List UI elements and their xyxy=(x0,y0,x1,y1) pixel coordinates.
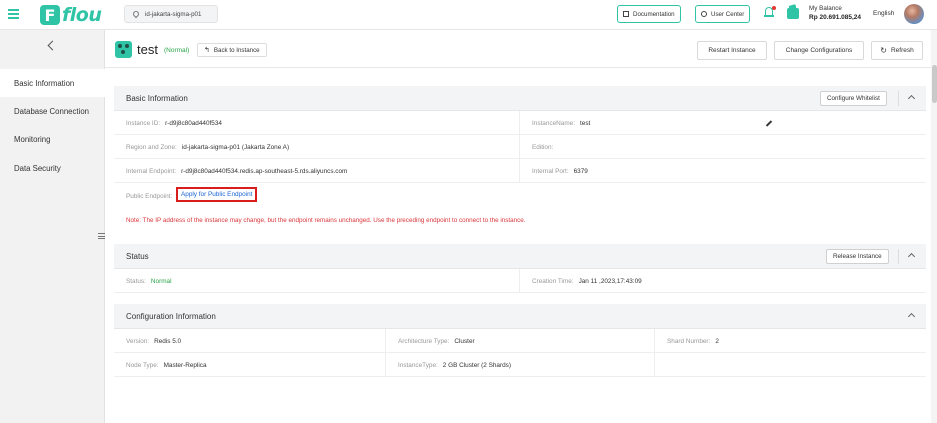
book-icon xyxy=(623,11,629,17)
instance-title-bar: test (Normal) ↰ Back to Instance Restart… xyxy=(105,30,931,68)
table-row: Node Type: Master-Replica InstanceType: 2 … xyxy=(114,353,926,377)
table-row: Instance ID: r-d9j8c80ad440f534 InstanceN… xyxy=(114,111,926,135)
shard-number-field: Shard Number: 2 xyxy=(654,329,719,353)
instance-type-field: InstanceType: 2 GB Cluster (2 Shards) xyxy=(385,353,511,377)
basic-information-header: Basic Information xyxy=(114,86,926,111)
documentation-label: Documentation xyxy=(633,10,675,18)
logo-text: flou xyxy=(62,4,102,26)
public-endpoint-label: Public Endpoint: xyxy=(126,192,173,200)
sidebar: Basic Information Database Connection Mo… xyxy=(0,30,105,423)
status-badge: (Normal) xyxy=(164,47,190,54)
creation-time-field: Creation Time: Jan 11 ,2023,17:43:09 xyxy=(519,269,642,293)
avatar[interactable] xyxy=(904,4,924,24)
refresh-icon: ↻ xyxy=(880,46,887,55)
sidebar-item-data-security[interactable]: Data Security xyxy=(0,154,105,182)
internal-port-field: Internal Port: 6379 xyxy=(519,159,588,183)
divider xyxy=(898,249,899,264)
refresh-button[interactable]: ↻ Refresh xyxy=(871,41,923,60)
divider xyxy=(898,91,899,106)
panel-title: Status xyxy=(126,251,149,261)
sidebar-item-database-connection[interactable]: Database Connection xyxy=(0,97,105,125)
documentation-button[interactable]: Documentation xyxy=(617,5,681,23)
wallet-icon[interactable] xyxy=(787,8,799,19)
region-zone-field: Region and Zone: id-jakarta-sigma-p01 (Ja… xyxy=(126,143,290,151)
sidebar-item-basic-information[interactable]: Basic Information xyxy=(0,69,105,97)
location-pin-icon xyxy=(131,9,141,19)
panel-title: Configuration Information xyxy=(126,311,216,321)
back-to-instance-button[interactable]: ↰ Back to Instance xyxy=(197,43,267,57)
language-selector[interactable]: English xyxy=(873,10,894,17)
configure-whitelist-button[interactable]: Configure Whitelist xyxy=(820,91,887,106)
user-center-label: User Center xyxy=(711,10,745,18)
balance-label: My Balance xyxy=(809,5,842,12)
instance-id-field: Instance ID: r-d9j8c80ad440f534 xyxy=(126,119,222,127)
empty-field xyxy=(654,353,667,377)
balance-amount: Rp 20.691.085,24 xyxy=(809,14,862,21)
configuration-panel: Configuration Information Version: Redis … xyxy=(114,304,926,380)
change-configurations-button[interactable]: Change Configurations xyxy=(774,41,864,60)
table-row: Internal Endpoint: r-d9j8c80ad440f534.red… xyxy=(114,159,926,183)
return-arrow-icon: ↰ xyxy=(204,47,210,54)
instance-name-field: InstanceName: test xyxy=(519,111,590,135)
scroll-thumb[interactable] xyxy=(932,65,937,103)
restart-instance-button[interactable]: Restart Instance xyxy=(697,41,767,60)
panel-title: Basic Information xyxy=(126,93,188,103)
endpoint-note: Note: The IP address of the instance may… xyxy=(126,217,526,224)
user-icon xyxy=(701,11,707,17)
instance-icon xyxy=(115,41,132,58)
apply-public-endpoint-link[interactable]: Apply for Public Endpoint xyxy=(176,187,258,202)
region-label: id-jakarta-sigma-p01 xyxy=(145,10,202,18)
table-row: Region and Zone: id-jakarta-sigma-p01 (Ja… xyxy=(114,135,926,159)
sidebar-item-monitoring[interactable]: Monitoring xyxy=(0,125,105,153)
architecture-field: Architecture Type: Cluster xyxy=(385,329,475,353)
region-selector[interactable]: id-jakarta-sigma-p01 xyxy=(124,5,218,23)
status-field: Status: Normal xyxy=(126,277,172,285)
top-bar: F flou id-jakarta-sigma-p01 Documentatio… xyxy=(0,0,937,30)
table-row: Version: Redis 5.0 Architecture Type: Clus… xyxy=(114,329,926,353)
user-center-button[interactable]: User Center xyxy=(695,5,751,23)
edition-field: Edition: xyxy=(519,135,558,159)
logo-mark: F xyxy=(40,5,60,25)
refresh-label: Refresh xyxy=(890,47,914,54)
logo[interactable]: F flou xyxy=(40,4,102,26)
balance-display[interactable]: My Balance Rp 20.691.085,24 xyxy=(809,4,861,22)
table-row: Status: Normal Creation Time: Jan 11 ,2023… xyxy=(114,269,926,293)
node-type-field: Node Type: Master-Replica xyxy=(126,361,207,369)
page-title: test xyxy=(137,42,158,57)
configuration-header: Configuration Information xyxy=(114,304,926,329)
status-panel: Status Release Instance Status: Normal Cr… xyxy=(114,244,926,294)
hamburger-menu-icon[interactable] xyxy=(8,9,19,19)
scrollbar[interactable] xyxy=(931,30,937,423)
basic-information-panel: Basic Information Configure Whitelist In… xyxy=(114,86,926,256)
back-label: Back to Instance xyxy=(213,46,260,54)
release-instance-button[interactable]: Release Instance xyxy=(826,249,889,264)
collapse-handle-icon[interactable] xyxy=(98,233,105,242)
edit-icon[interactable] xyxy=(766,120,773,127)
version-field: Version: Redis 5.0 xyxy=(126,337,182,345)
chevron-left-icon[interactable] xyxy=(47,40,58,51)
notification-dot xyxy=(772,6,776,10)
status-header: Status xyxy=(114,244,926,269)
notification-bell-icon[interactable] xyxy=(764,6,776,19)
main-content: test (Normal) ↰ Back to Instance Restart… xyxy=(105,30,931,423)
internal-endpoint-field: Internal Endpoint: r-d9j8c80ad440f534.red… xyxy=(126,167,348,175)
